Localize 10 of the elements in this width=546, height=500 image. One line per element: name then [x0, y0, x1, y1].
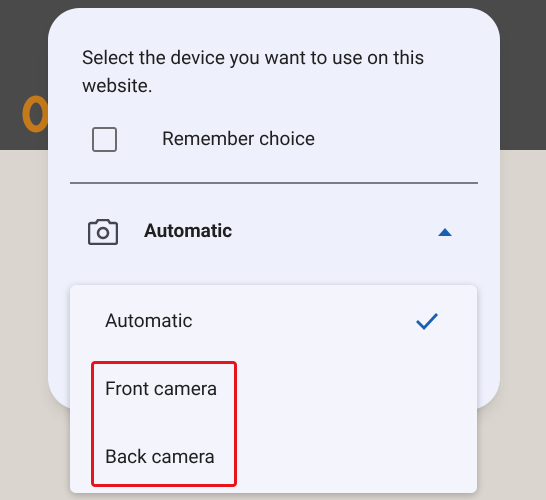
menu-item[interactable]: Automatic [70, 287, 477, 355]
checkbox-label: Remember choice [162, 126, 315, 152]
menu-item[interactable]: Front camera [70, 355, 477, 423]
device-dropdown[interactable]: Automatic [68, 206, 460, 256]
checkbox[interactable] [92, 126, 117, 152]
dialog-message: Select the device you want to use on this website. [81, 45, 426, 99]
checkmark-icon [415, 312, 439, 330]
camera-icon [88, 218, 118, 244]
ring-icon [22, 94, 50, 134]
menu-item[interactable]: Back camera [70, 423, 477, 491]
